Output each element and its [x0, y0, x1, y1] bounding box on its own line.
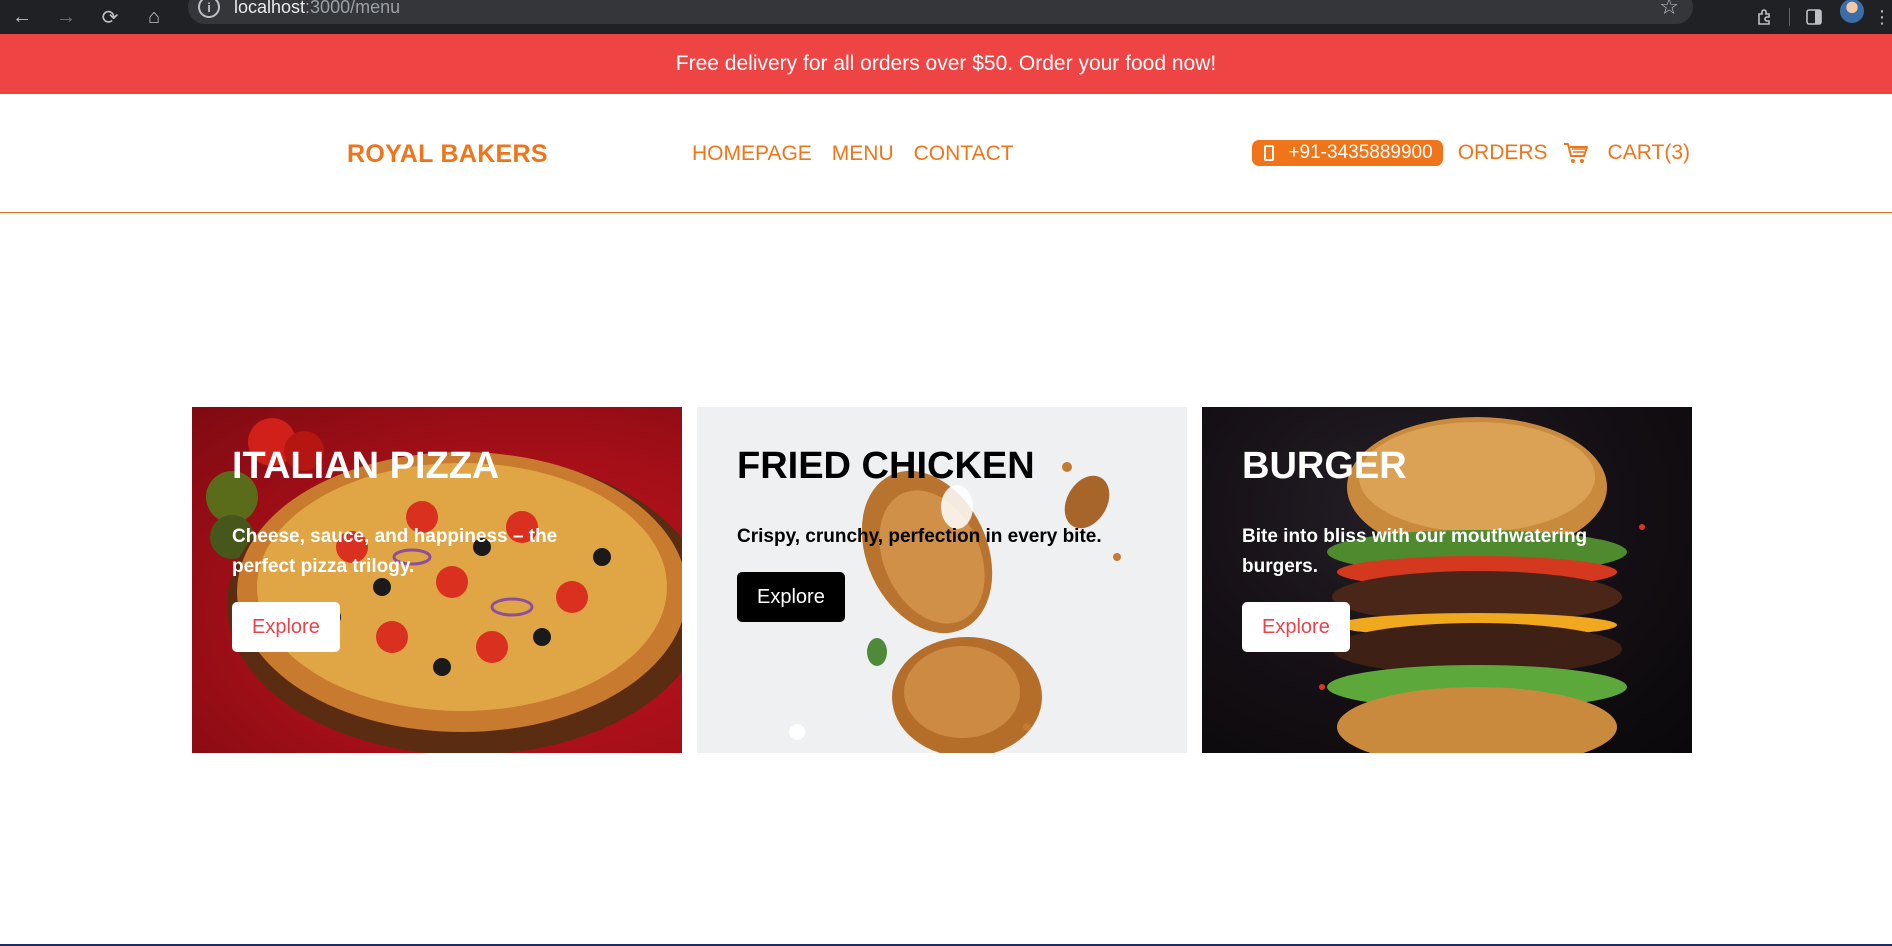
card-description: Bite into bliss with our mouthwatering b… [1242, 525, 1588, 577]
cart-icon[interactable] [1563, 141, 1589, 165]
card-title: FRIED CHICKEN [737, 445, 1035, 487]
address-bar[interactable]: i localhost:3000/menu ☆ [188, 0, 1693, 24]
phone-number: +91-3435889900 [1288, 142, 1433, 163]
phone-button[interactable]: +91-3435889900 [1252, 140, 1443, 166]
home-icon[interactable]: ⌂ [132, 0, 176, 34]
card-fried-chicken: FRIED CHICKEN Crispy, crunchy, perfectio… [697, 407, 1187, 753]
header-actions: +91-3435889900 ORDERS CART(3) [1252, 140, 1690, 166]
card-title: ITALIAN PIZZA [232, 445, 500, 487]
side-panel-icon[interactable] [1794, 0, 1834, 34]
explore-burger-button[interactable]: Explore [1242, 601, 1350, 652]
promo-text: Free delivery for all orders over $50. O… [675, 52, 1217, 75]
orders-link[interactable]: ORDERS [1458, 141, 1548, 165]
url-host: localhost [234, 0, 306, 17]
profile-avatar[interactable] [1840, 0, 1864, 23]
card-description: Cheese, sauce, and happiness – the perfe… [232, 525, 558, 577]
cart-link[interactable]: CART(3) [1608, 141, 1690, 165]
forward-icon[interactable]: → [44, 0, 88, 34]
card-description: Crispy, crunchy, perfection in every bit… [737, 525, 1102, 547]
brand-logo[interactable]: ROYAL BAKERS [347, 140, 548, 169]
browser-actions: ⋮ [1745, 0, 1892, 34]
browser-toolbar: ← → ⟳ ⌂ i localhost:3000/menu ☆ ⋮ [0, 0, 1892, 34]
explore-chicken-button[interactable]: Explore [737, 571, 845, 622]
site-header: ROYAL BAKERS HOMEPAGE MENU CONTACT +91-3… [0, 94, 1892, 213]
card-title: BURGER [1242, 445, 1407, 487]
star-icon[interactable]: ☆ [1659, 0, 1679, 20]
explore-pizza-button[interactable]: Explore [232, 601, 340, 652]
url-path: :3000/menu [305, 0, 401, 17]
toolbar-divider [1789, 8, 1790, 26]
url-text[interactable]: localhost:3000/menu [234, 0, 400, 18]
nav-contact[interactable]: CONTACT [914, 142, 1014, 166]
nav-menu[interactable]: MENU [832, 142, 894, 166]
main-nav: HOMEPAGE MENU CONTACT [692, 142, 1014, 166]
reload-icon[interactable]: ⟳ [88, 0, 132, 34]
more-icon[interactable]: ⋮ [1872, 0, 1892, 34]
puzzle-icon[interactable] [1745, 0, 1785, 34]
category-cards: ITALIAN PIZZA Cheese, sauce, and happine… [192, 407, 1692, 753]
card-italian-pizza: ITALIAN PIZZA Cheese, sauce, and happine… [192, 407, 682, 753]
card-burger: BURGER Bite into bliss with our mouthwat… [1202, 407, 1692, 753]
nav-homepage[interactable]: HOMEPAGE [692, 142, 812, 166]
info-icon[interactable]: i [198, 0, 220, 18]
promo-banner: Free delivery for all orders over $50. O… [0, 34, 1892, 94]
back-icon[interactable]: ← [0, 0, 44, 34]
phone-icon [1264, 145, 1275, 161]
